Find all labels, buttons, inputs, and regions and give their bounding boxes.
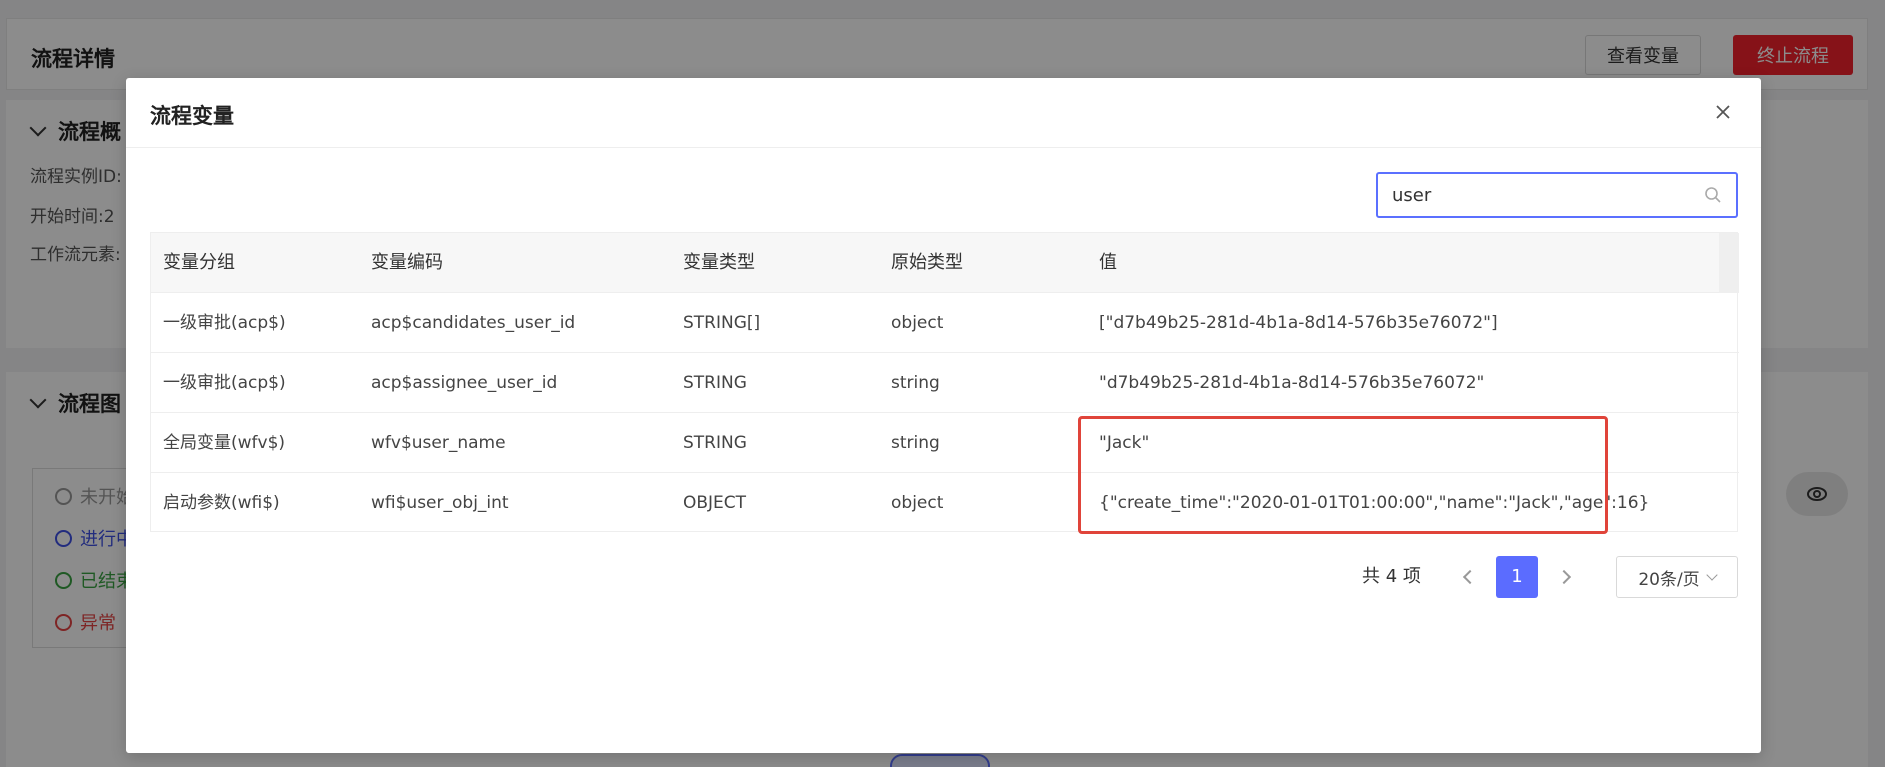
- column-header-original-type[interactable]: 原始类型: [891, 233, 963, 293]
- table-row[interactable]: 启动参数(wfi$) wfi$user_obj_int OBJECT objec…: [151, 473, 1739, 533]
- chevron-left-icon: [1462, 569, 1478, 585]
- close-icon: [1716, 105, 1730, 119]
- cell-group: 一级审批(acp$): [163, 313, 286, 333]
- cell-type: OBJECT: [683, 493, 747, 513]
- next-page-button[interactable]: [1544, 556, 1584, 598]
- page-size-value: 20条/页: [1638, 569, 1700, 590]
- cell-value: {"create_time":"2020-01-01T01:00:00","na…: [1099, 493, 1650, 513]
- search-icon[interactable]: [1704, 186, 1722, 204]
- variables-table: 变量分组 变量编码 变量类型 原始类型 值 一级审批(acp$) acp$can…: [150, 232, 1739, 533]
- column-header-code[interactable]: 变量编码: [371, 233, 443, 293]
- cell-code: wfv$user_name: [371, 433, 506, 453]
- page-size-select[interactable]: 20条/页: [1616, 556, 1738, 598]
- cell-original-type: object: [891, 493, 944, 513]
- cell-type: STRING: [683, 433, 747, 453]
- cell-group: 全局变量(wfv$): [163, 433, 286, 453]
- table-header: 变量分组 变量编码 变量类型 原始类型 值: [151, 233, 1739, 293]
- chevron-down-icon: [1706, 569, 1718, 581]
- cell-value: ["d7b49b25-281d-4b1a-8d14-576b35e76072"]: [1099, 313, 1498, 333]
- cell-code: wfi$user_obj_int: [371, 493, 509, 513]
- cell-group: 启动参数(wfi$): [163, 493, 280, 513]
- cell-type: STRING[]: [683, 313, 761, 333]
- cell-code: acp$assignee_user_id: [371, 373, 558, 393]
- page-number-button[interactable]: 1: [1496, 556, 1538, 598]
- dialog-title: 流程变量: [150, 104, 234, 128]
- cell-value: "Jack": [1099, 433, 1150, 453]
- cell-original-type: string: [891, 433, 940, 453]
- pagination-total: 共 4 项: [1362, 566, 1421, 587]
- column-header-type[interactable]: 变量类型: [683, 233, 755, 293]
- dialog-header: 流程变量: [126, 78, 1761, 148]
- close-button[interactable]: [1713, 102, 1733, 122]
- page: 流程详情 查看变量 终止流程 流程概 流程实例ID: 开始时间:2 工作流元素:…: [0, 0, 1885, 767]
- table-row[interactable]: 全局变量(wfv$) wfv$user_name STRING string "…: [151, 413, 1739, 473]
- cell-original-type: string: [891, 373, 940, 393]
- search-input[interactable]: [1392, 182, 1692, 208]
- chevron-right-icon: [1556, 569, 1572, 585]
- cell-group: 一级审批(acp$): [163, 373, 286, 393]
- header-scrollbar-gutter: [1719, 233, 1739, 293]
- process-variables-dialog: 流程变量 变量分组 变量编码 变量类型 原始类型 值: [126, 78, 1761, 753]
- prev-page-button[interactable]: [1450, 556, 1490, 598]
- column-header-group[interactable]: 变量分组: [163, 233, 235, 293]
- table-row[interactable]: 一级审批(acp$) acp$assignee_user_id STRING s…: [151, 353, 1739, 413]
- cell-original-type: object: [891, 313, 944, 333]
- table-row[interactable]: 一级审批(acp$) acp$candidates_user_id STRING…: [151, 293, 1739, 353]
- cell-value: "d7b49b25-281d-4b1a-8d14-576b35e76072": [1099, 373, 1485, 393]
- search-box: [1376, 172, 1738, 218]
- cell-type: STRING: [683, 373, 747, 393]
- cell-code: acp$candidates_user_id: [371, 313, 576, 333]
- column-header-value[interactable]: 值: [1099, 233, 1117, 293]
